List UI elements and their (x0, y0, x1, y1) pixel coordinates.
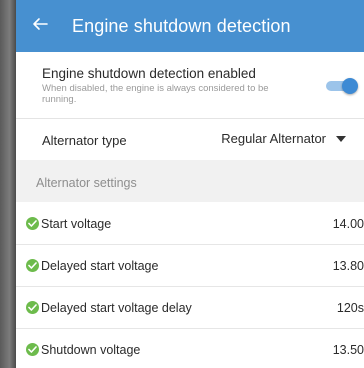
setting-value: 13.80 (332, 259, 364, 273)
setting-value: 120s (336, 301, 364, 315)
engine-shutdown-switch[interactable] (326, 78, 358, 94)
check-circle-icon (26, 217, 39, 230)
check-circle-icon (26, 259, 39, 272)
check-circle-icon (26, 343, 39, 356)
setting-row-shutdown-voltage[interactable]: Shutdown voltage 13.50 (16, 328, 364, 368)
setting-value: 13.50 (332, 343, 364, 357)
alternator-type-label: Alternator type (42, 133, 127, 148)
engine-shutdown-toggle-row[interactable]: Engine shutdown detection enabled When d… (16, 62, 364, 106)
setting-row-delayed-start-voltage[interactable]: Delayed start voltage 13.80 (16, 244, 364, 287)
setting-label: Delayed start voltage delay (41, 301, 192, 315)
device-bezel (0, 0, 16, 368)
toggle-description: When disabled, the engine is always cons… (42, 83, 269, 105)
toggle-title: Engine shutdown detection enabled (42, 66, 256, 81)
arrow-left-icon (32, 15, 48, 38)
app-bar: Engine shutdown detection (16, 0, 364, 52)
setting-label: Delayed start voltage (41, 259, 159, 273)
setting-label: Shutdown voltage (41, 343, 141, 357)
check-circle-icon (26, 301, 39, 314)
setting-label: Start voltage (41, 217, 112, 231)
alternator-type-row: Alternator type Regular Alternator (16, 118, 364, 159)
alternator-type-dropdown[interactable]: Regular Alternator (221, 131, 346, 146)
section-header: Alternator settings (16, 160, 364, 202)
alternator-type-value: Regular Alternator (221, 131, 326, 146)
setting-row-start-voltage[interactable]: Start voltage 14.00 (16, 202, 364, 245)
switch-thumb (342, 78, 358, 94)
back-button[interactable] (20, 0, 60, 52)
chevron-down-icon (336, 135, 346, 142)
page-title: Engine shutdown detection (72, 15, 291, 36)
app-screen: Engine shutdown detection Engine shutdow… (16, 0, 364, 368)
section-title: Alternator settings (36, 176, 137, 190)
setting-row-delayed-start-voltage-delay[interactable]: Delayed start voltage delay 120s (16, 286, 364, 329)
setting-value: 14.00 (332, 217, 364, 231)
